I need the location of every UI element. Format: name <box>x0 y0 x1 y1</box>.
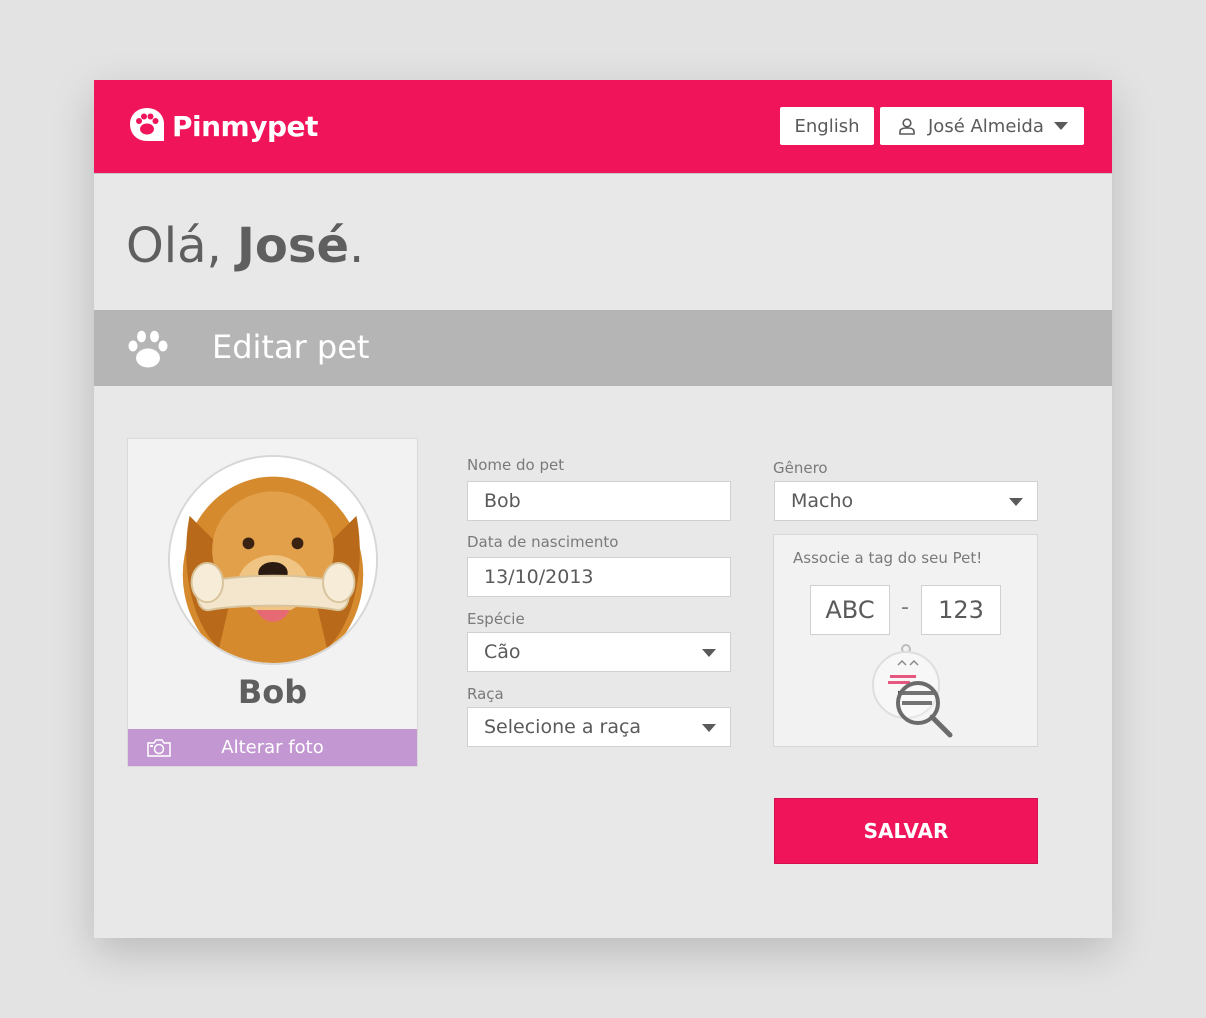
species-value: Cão <box>484 641 521 663</box>
pet-name-input[interactable]: Bob <box>467 481 731 521</box>
tag-code-part1: ABC <box>825 596 875 624</box>
tag-magnifier-icon <box>872 644 953 738</box>
chevron-down-icon <box>1053 122 1068 130</box>
user-icon <box>899 118 915 135</box>
tag-separator: - <box>901 595 909 620</box>
gender-value: Macho <box>791 490 854 512</box>
chevron-down-icon <box>702 649 716 657</box>
species-label: Espécie <box>467 610 525 628</box>
gender-label: Gênero <box>773 459 828 477</box>
camera-icon <box>147 739 171 757</box>
language-button[interactable]: English <box>780 107 874 145</box>
chevron-down-icon <box>702 724 716 732</box>
birth-date-input[interactable]: 13/10/2013 <box>467 557 731 597</box>
pet-name-heading: Bob <box>237 673 308 711</box>
tag-label: Associe a tag do seu Pet! <box>793 549 983 567</box>
tag-association-panel: Associe a tag do seu Pet! ABC - 123 <box>773 534 1038 747</box>
paw-icon <box>128 330 168 368</box>
pet-name-value: Bob <box>484 490 521 512</box>
birth-date-value: 13/10/2013 <box>484 566 594 588</box>
breed-value: Selecione a raça <box>484 716 642 738</box>
app-window: Pinmypet English José Almeida Olá, José.… <box>94 80 1112 938</box>
tag-code-input-1[interactable]: ABC <box>810 585 890 635</box>
save-button[interactable]: SALVAR <box>774 798 1038 864</box>
save-label: SALVAR <box>863 819 949 843</box>
tag-code-input-2[interactable]: 123 <box>921 585 1001 635</box>
gender-select[interactable]: Macho <box>774 481 1038 521</box>
change-photo-button[interactable]: Alterar foto <box>128 729 417 766</box>
pet-avatar[interactable] <box>168 455 378 665</box>
greeting-name: José <box>237 218 350 274</box>
top-header: Pinmypet English José Almeida <box>94 80 1112 174</box>
dog-photo-illustration <box>170 457 376 663</box>
brand-name: Pinmypet <box>172 109 318 143</box>
section-title: Editar pet <box>212 328 370 366</box>
tag-code-part2: 123 <box>938 596 984 624</box>
breed-label: Raça <box>467 685 504 703</box>
greeting-suffix: . <box>349 218 365 274</box>
user-menu-button[interactable]: José Almeida <box>880 107 1084 145</box>
greeting-heading: Olá, José. <box>126 218 364 274</box>
section-header: Editar pet <box>94 310 1112 386</box>
brand-logo[interactable]: Pinmypet <box>128 104 318 148</box>
change-photo-label: Alterar foto <box>221 737 324 758</box>
logo-paw-icon <box>130 108 164 141</box>
pet-name-label: Nome do pet <box>467 456 565 474</box>
pet-profile-card: Bob Alterar foto <box>127 438 418 767</box>
greeting-prefix: Olá, <box>126 218 238 274</box>
user-name: José Almeida <box>928 115 1044 137</box>
species-select[interactable]: Cão <box>467 632 731 672</box>
language-label: English <box>794 115 860 137</box>
birth-date-label: Data de nascimento <box>467 533 619 551</box>
chevron-down-icon <box>1009 498 1023 506</box>
breed-select[interactable]: Selecione a raça <box>467 707 731 747</box>
